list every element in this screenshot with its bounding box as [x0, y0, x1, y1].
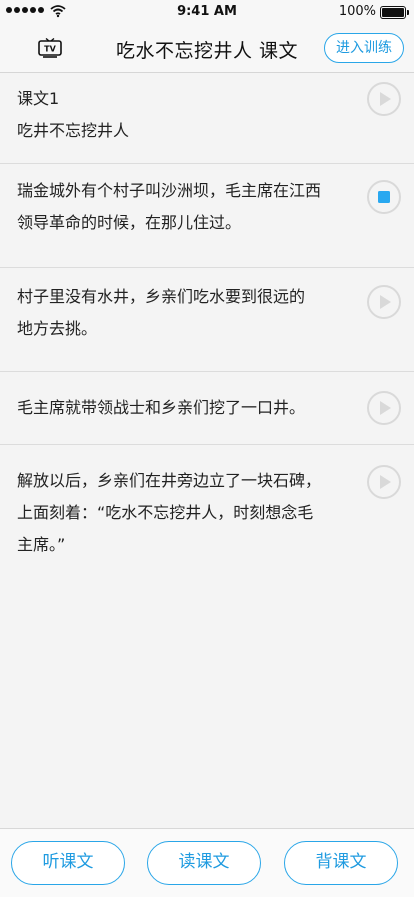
play-button[interactable]: [367, 285, 401, 319]
sentence-line: 解放以后，乡亲们在井旁边立了一块石碑，: [17, 471, 322, 490]
lesson-subtitle: 吃井不忘挖井人: [17, 121, 130, 140]
list-item: 毛主席就带领战士和乡亲们挖了一口井。: [0, 372, 414, 445]
play-icon: [380, 92, 391, 106]
sentence-line: 村子里没有水井，乡亲们吃水要到很远的: [17, 287, 306, 306]
stop-button[interactable]: [367, 180, 401, 214]
recite-text-button[interactable]: 背课文: [284, 841, 398, 885]
sentence-line: 瑞金城外有个村子叫沙洲坝，毛主席在江西: [17, 181, 322, 200]
list-item: 解放以后，乡亲们在井旁边立了一块石碑， 上面刻着：“吃水不忘挖井人，时刻想念毛 …: [0, 445, 414, 585]
play-button[interactable]: [367, 82, 401, 116]
nav-bar: TV 吃水不忘挖井人 课文 进入训练: [0, 24, 414, 73]
play-icon: [380, 401, 391, 415]
enter-training-button[interactable]: 进入训练: [324, 33, 404, 63]
sentence-line: 上面刻着：“吃水不忘挖井人，时刻想念毛: [17, 503, 314, 522]
bottom-toolbar: 听课文 读课文 背课文: [0, 828, 414, 897]
play-button[interactable]: [367, 391, 401, 425]
read-text-button[interactable]: 读课文: [147, 841, 261, 885]
lesson-list: 课文1 吃井不忘挖井人 瑞金城外有个村子叫沙洲坝，毛主席在江西 领导革命的时候，…: [0, 73, 414, 585]
list-item: 瑞金城外有个村子叫沙洲坝，毛主席在江西 领导革命的时候，在那儿住过。: [0, 164, 414, 268]
sentence-line: 主席。”: [17, 535, 66, 554]
sentence-line: 地方去挑。: [17, 319, 98, 338]
sentence-line: 毛主席就带领战士和乡亲们挖了一口井。: [17, 398, 306, 417]
stop-icon: [378, 191, 390, 203]
status-bar: 9:41 AM 100%: [0, 0, 414, 24]
battery-percentage: 100%: [338, 4, 376, 19]
sentence-line: 领导革命的时候，在那儿住过。: [17, 213, 242, 232]
play-icon: [380, 475, 391, 489]
play-button[interactable]: [367, 465, 401, 499]
list-item: 村子里没有水井，乡亲们吃水要到很远的 地方去挑。: [0, 268, 414, 372]
battery-icon: [380, 6, 409, 19]
play-icon: [380, 295, 391, 309]
listen-text-button[interactable]: 听课文: [11, 841, 125, 885]
lesson-heading: 课文1: [17, 89, 60, 108]
list-item: 课文1 吃井不忘挖井人: [0, 73, 414, 164]
